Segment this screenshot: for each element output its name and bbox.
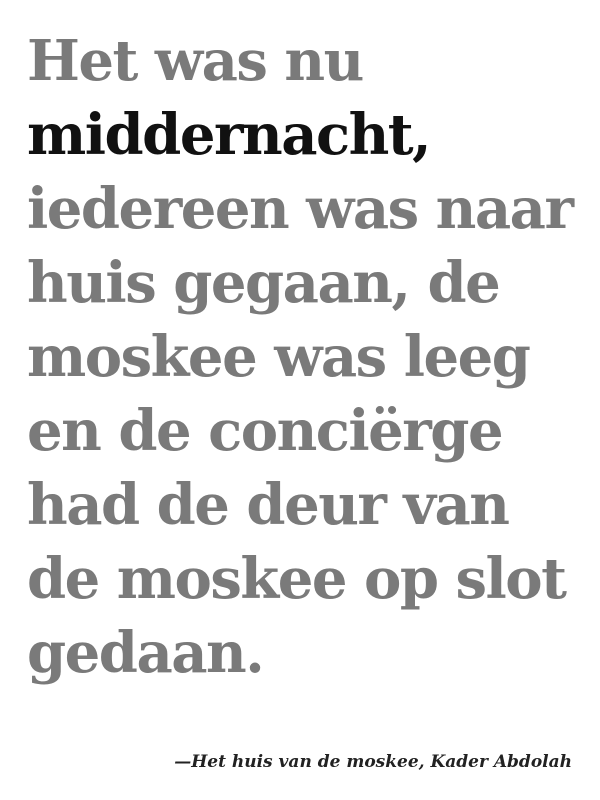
quote-line-9: gedaan. bbox=[27, 620, 265, 686]
quote-line-8: de moskee op slot bbox=[27, 546, 567, 612]
quote-line-4: huis gegaan, de bbox=[27, 250, 501, 316]
quote-line-2-highlight: middernacht, bbox=[27, 102, 432, 168]
quote-line-7: had de deur van bbox=[27, 472, 510, 538]
quote-text: Het was nu middernacht, iedereen was naa… bbox=[27, 24, 587, 690]
quote-line-6: en de conciërge bbox=[27, 398, 504, 464]
quote-attribution: —Het huis van de moskee, Kader Abdolah bbox=[174, 752, 572, 772]
quote-line-1: Het was nu bbox=[27, 28, 364, 94]
quote-line-5: moskee was leeg bbox=[27, 324, 531, 390]
quote-line-3: iedereen was naar bbox=[27, 176, 574, 242]
